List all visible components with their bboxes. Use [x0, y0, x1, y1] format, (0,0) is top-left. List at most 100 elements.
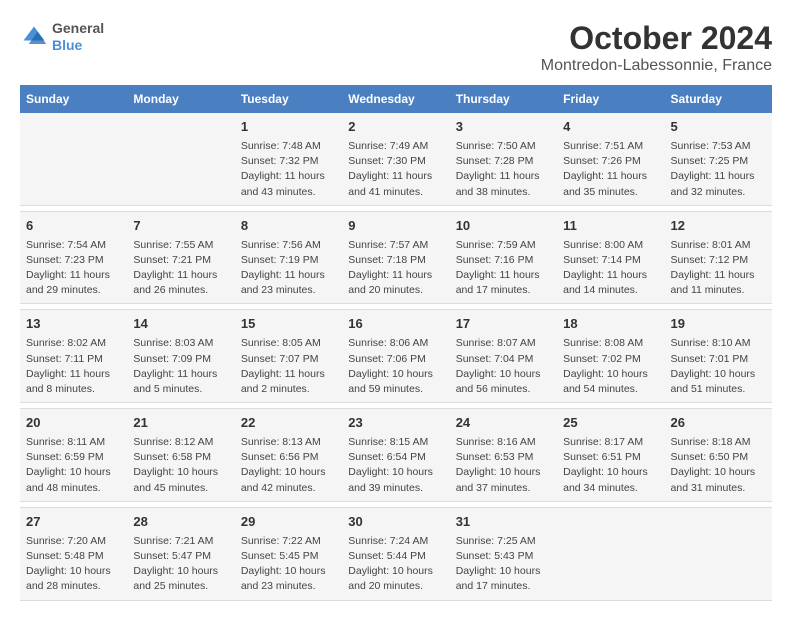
calendar-table: SundayMondayTuesdayWednesdayThursdayFrid… [20, 85, 772, 601]
calendar-cell: 1Sunrise: 7:48 AMSunset: 7:32 PMDaylight… [235, 113, 342, 205]
calendar-cell: 18Sunrise: 8:08 AMSunset: 7:02 PMDayligh… [557, 310, 664, 403]
cell-info: Sunrise: 8:12 AMSunset: 6:58 PMDaylight:… [133, 435, 228, 496]
day-number: 15 [241, 315, 336, 334]
calendar-cell: 14 Sunrise: 8:03 AMSunset: 7:09 PMDayligh… [127, 310, 234, 403]
calendar-cell: 20 Sunrise: 8:11 AMSunset: 6:59 PMDayligh… [20, 409, 127, 502]
logo-line2: Blue [52, 37, 104, 54]
day-number: 6 [26, 217, 121, 236]
calendar-cell: 3 Sunrise: 7:50 AMSunset: 7:28 PMDaylight… [450, 113, 557, 205]
cell-info: Sunrise: 7:57 AMSunset: 7:18 PMDaylight:… [348, 238, 443, 299]
calendar-cell: 15 Sunrise: 8:05 AMSunset: 7:07 PMDayligh… [235, 310, 342, 403]
calendar-cell: 29 Sunrise: 7:22 AMSunset: 5:45 PMDayligh… [235, 507, 342, 600]
day-number: 17 [456, 315, 551, 334]
calendar-cell [557, 507, 664, 600]
day-number: 5 [671, 118, 766, 137]
day-number: 18 [563, 315, 658, 334]
cell-info: Sunrise: 7:53 AMSunset: 7:25 PMDaylight:… [671, 139, 766, 200]
calendar-cell [665, 507, 772, 600]
calendar-cell: 11 Sunrise: 8:00 AMSunset: 7:14 PMDayligh… [557, 211, 664, 304]
day-number: 16 [348, 315, 443, 334]
day-number: 27 [26, 513, 121, 532]
day-number: 10 [456, 217, 551, 236]
cell-info: Sunrise: 8:00 AMSunset: 7:14 PMDaylight:… [563, 238, 658, 299]
cell-info: Sunrise: 7:59 AMSunset: 7:16 PMDaylight:… [456, 238, 551, 299]
cell-info: Sunrise: 7:20 AMSunset: 5:48 PMDaylight:… [26, 534, 121, 595]
day-number: 21 [133, 414, 228, 433]
cell-info: Sunrise: 8:05 AMSunset: 7:07 PMDaylight:… [241, 336, 336, 397]
calendar-cell: 7Sunrise: 7:55 AMSunset: 7:21 PMDaylight… [127, 211, 234, 304]
cell-info: Sunrise: 7:49 AMSunset: 7:30 PMDaylight:… [348, 139, 443, 200]
calendar-cell: 22 Sunrise: 8:13 AMSunset: 6:56 PMDayligh… [235, 409, 342, 502]
cell-info: Sunrise: 8:03 AMSunset: 7:09 PMDaylight:… [133, 336, 228, 397]
cell-info: Sunrise: 8:02 AMSunset: 7:11 PMDaylight:… [26, 336, 121, 397]
calendar-cell: 24 Sunrise: 8:16 AMSunset: 6:53 PMDayligh… [450, 409, 557, 502]
calendar-cell: 13 Sunrise: 8:02 AMSunset: 7:11 PMDayligh… [20, 310, 127, 403]
header-day: Wednesday [342, 85, 449, 113]
day-number: 20 [26, 414, 121, 433]
calendar-week-row: 13 Sunrise: 8:02 AMSunset: 7:11 PMDayligh… [20, 310, 772, 403]
calendar-week-row: 6 Sunrise: 7:54 AMSunset: 7:23 PMDaylight… [20, 211, 772, 304]
page-header: General Blue October 2024 Montredon-Labe… [20, 20, 772, 75]
cell-info: Sunrise: 8:17 AMSunset: 6:51 PMDaylight:… [563, 435, 658, 496]
day-number: 24 [456, 414, 551, 433]
calendar-week-row: 1Sunrise: 7:48 AMSunset: 7:32 PMDaylight… [20, 113, 772, 205]
calendar-week-row: 27 Sunrise: 7:20 AMSunset: 5:48 PMDayligh… [20, 507, 772, 600]
day-number: 28 [133, 513, 228, 532]
day-number: 9 [348, 217, 443, 236]
day-number: 2 [348, 118, 443, 137]
cell-info: Sunrise: 8:16 AMSunset: 6:53 PMDaylight:… [456, 435, 551, 496]
cell-info: Sunrise: 8:01 AMSunset: 7:12 PMDaylight:… [671, 238, 766, 299]
calendar-cell [20, 113, 127, 205]
calendar-cell: 5 Sunrise: 7:53 AMSunset: 7:25 PMDaylight… [665, 113, 772, 205]
cell-info: Sunrise: 8:18 AMSunset: 6:50 PMDaylight:… [671, 435, 766, 496]
header-day: Tuesday [235, 85, 342, 113]
cell-info: Sunrise: 8:11 AMSunset: 6:59 PMDaylight:… [26, 435, 121, 496]
calendar-cell: 16Sunrise: 8:06 AMSunset: 7:06 PMDayligh… [342, 310, 449, 403]
day-number: 29 [241, 513, 336, 532]
calendar-cell: 21 Sunrise: 8:12 AMSunset: 6:58 PMDayligh… [127, 409, 234, 502]
cell-info: Sunrise: 8:10 AMSunset: 7:01 PMDaylight:… [671, 336, 766, 397]
day-number: 11 [563, 217, 658, 236]
logo: General Blue [20, 20, 104, 54]
calendar-title: October 2024 [541, 20, 772, 57]
calendar-header: SundayMondayTuesdayWednesdayThursdayFrid… [20, 85, 772, 113]
day-number: 13 [26, 315, 121, 334]
calendar-cell: 30Sunrise: 7:24 AMSunset: 5:44 PMDayligh… [342, 507, 449, 600]
cell-info: Sunrise: 7:50 AMSunset: 7:28 PMDaylight:… [456, 139, 551, 200]
header-day: Monday [127, 85, 234, 113]
calendar-body: 1Sunrise: 7:48 AMSunset: 7:32 PMDaylight… [20, 113, 772, 600]
day-number: 14 [133, 315, 228, 334]
day-number: 1 [241, 118, 336, 137]
calendar-cell: 23Sunrise: 8:15 AMSunset: 6:54 PMDayligh… [342, 409, 449, 502]
calendar-cell: 6 Sunrise: 7:54 AMSunset: 7:23 PMDaylight… [20, 211, 127, 304]
calendar-subtitle: Montredon-Labessonnie, France [541, 57, 772, 75]
day-number: 26 [671, 414, 766, 433]
cell-info: Sunrise: 7:54 AMSunset: 7:23 PMDaylight:… [26, 238, 121, 299]
calendar-cell: 9 Sunrise: 7:57 AMSunset: 7:18 PMDaylight… [342, 211, 449, 304]
day-number: 22 [241, 414, 336, 433]
title-block: October 2024 Montredon-Labessonnie, Fran… [541, 20, 772, 75]
day-number: 7 [133, 217, 228, 236]
header-day: Thursday [450, 85, 557, 113]
day-number: 30 [348, 513, 443, 532]
calendar-cell: 19 Sunrise: 8:10 AMSunset: 7:01 PMDayligh… [665, 310, 772, 403]
day-number: 23 [348, 414, 443, 433]
day-number: 3 [456, 118, 551, 137]
day-number: 8 [241, 217, 336, 236]
day-number: 19 [671, 315, 766, 334]
header-day: Saturday [665, 85, 772, 113]
cell-info: Sunrise: 8:07 AMSunset: 7:04 PMDaylight:… [456, 336, 551, 397]
calendar-cell: 26 Sunrise: 8:18 AMSunset: 6:50 PMDayligh… [665, 409, 772, 502]
header-row: SundayMondayTuesdayWednesdayThursdayFrid… [20, 85, 772, 113]
calendar-cell: 28 Sunrise: 7:21 AMSunset: 5:47 PMDayligh… [127, 507, 234, 600]
calendar-cell: 10 Sunrise: 7:59 AMSunset: 7:16 PMDayligh… [450, 211, 557, 304]
cell-info: Sunrise: 7:21 AMSunset: 5:47 PMDaylight:… [133, 534, 228, 595]
cell-info: Sunrise: 8:13 AMSunset: 6:56 PMDaylight:… [241, 435, 336, 496]
calendar-cell: 27 Sunrise: 7:20 AMSunset: 5:48 PMDayligh… [20, 507, 127, 600]
calendar-cell: 31 Sunrise: 7:25 AMSunset: 5:43 PMDayligh… [450, 507, 557, 600]
cell-info: Sunrise: 7:22 AMSunset: 5:45 PMDaylight:… [241, 534, 336, 595]
calendar-cell: 8Sunrise: 7:56 AMSunset: 7:19 PMDaylight… [235, 211, 342, 304]
calendar-cell: 25Sunrise: 8:17 AMSunset: 6:51 PMDayligh… [557, 409, 664, 502]
day-number: 31 [456, 513, 551, 532]
cell-info: Sunrise: 7:25 AMSunset: 5:43 PMDaylight:… [456, 534, 551, 595]
